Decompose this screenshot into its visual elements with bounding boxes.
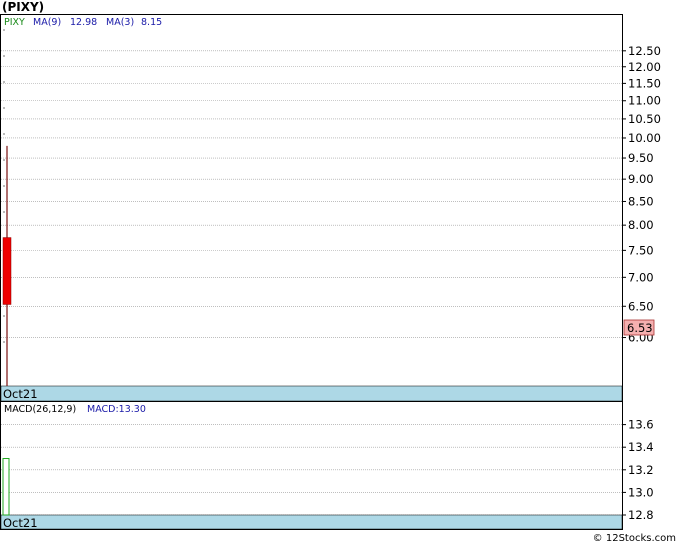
legend-ma9-label: MA(9)	[33, 17, 61, 28]
price-y-tick-label: 8.50	[628, 194, 654, 208]
macd-legend-label: MACD(26,12,9)	[4, 404, 76, 415]
macd-y-tick-label: 13.0	[628, 485, 654, 499]
price-y-tick-label: 11.00	[628, 94, 661, 108]
macd-panel	[0, 401, 623, 530]
macd-legend: MACD(26,12,9) MACD:13.30	[4, 404, 146, 415]
macd-y-tick-label: 13.4	[628, 440, 654, 454]
price-y-tick-label: 12.00	[628, 60, 661, 74]
macd-y-axis: 13.6 13.4 13.2 13.0 12.8	[622, 418, 654, 522]
legend-ma3-value: 8.15	[141, 17, 162, 28]
legend-ma9-value: 12.98	[70, 17, 97, 28]
price-y-tick-label: 10.00	[628, 131, 661, 145]
legend-symbol: PIXY	[4, 17, 25, 28]
macd-y-tick-label: 13.6	[628, 418, 654, 432]
macd-legend-value: MACD:13.30	[87, 404, 146, 415]
macd-x-axis-band	[0, 514, 623, 530]
candle-body	[2, 237, 12, 305]
price-panel	[0, 14, 623, 402]
footer-copyright: © 12Stocks.com	[592, 533, 676, 544]
price-x-tick-label: Oct21	[3, 387, 38, 401]
price-y-tick-label: 9.00	[628, 172, 654, 186]
macd-bar	[2, 458, 10, 516]
price-y-tick-label: 6.50	[628, 299, 654, 313]
price-y-tick-label: 7.50	[628, 243, 654, 257]
stock-chart: 12.50 12.00 11.50 11.00 10.50 10.00 9.50 9.00 8.…	[0, 14, 661, 530]
legend-ma3-label: MA(3)	[106, 17, 134, 28]
price-y-tick-label: 8.00	[628, 218, 654, 232]
macd-x-tick-label: Oct21	[3, 516, 38, 530]
macd-bars	[2, 458, 10, 516]
price-y-axis: 12.50 12.00 11.50 11.00 10.50 10.00 9.50 9.00 8.…	[622, 44, 661, 345]
price-y-tick-label: 11.50	[628, 76, 661, 90]
last-price-tag-value: 6.53	[627, 321, 653, 335]
price-y-tick-label: 7.00	[628, 270, 654, 284]
price-x-axis-band	[0, 385, 623, 402]
last-price-tag: 6.53	[623, 319, 655, 336]
price-y-tick-label: 9.50	[628, 151, 654, 165]
macd-y-tick-label: 13.2	[628, 463, 654, 477]
price-y-tick-label: 10.50	[628, 112, 661, 126]
macd-y-tick-label: 12.8	[628, 508, 654, 522]
price-y-tick-label: 12.50	[628, 44, 661, 58]
